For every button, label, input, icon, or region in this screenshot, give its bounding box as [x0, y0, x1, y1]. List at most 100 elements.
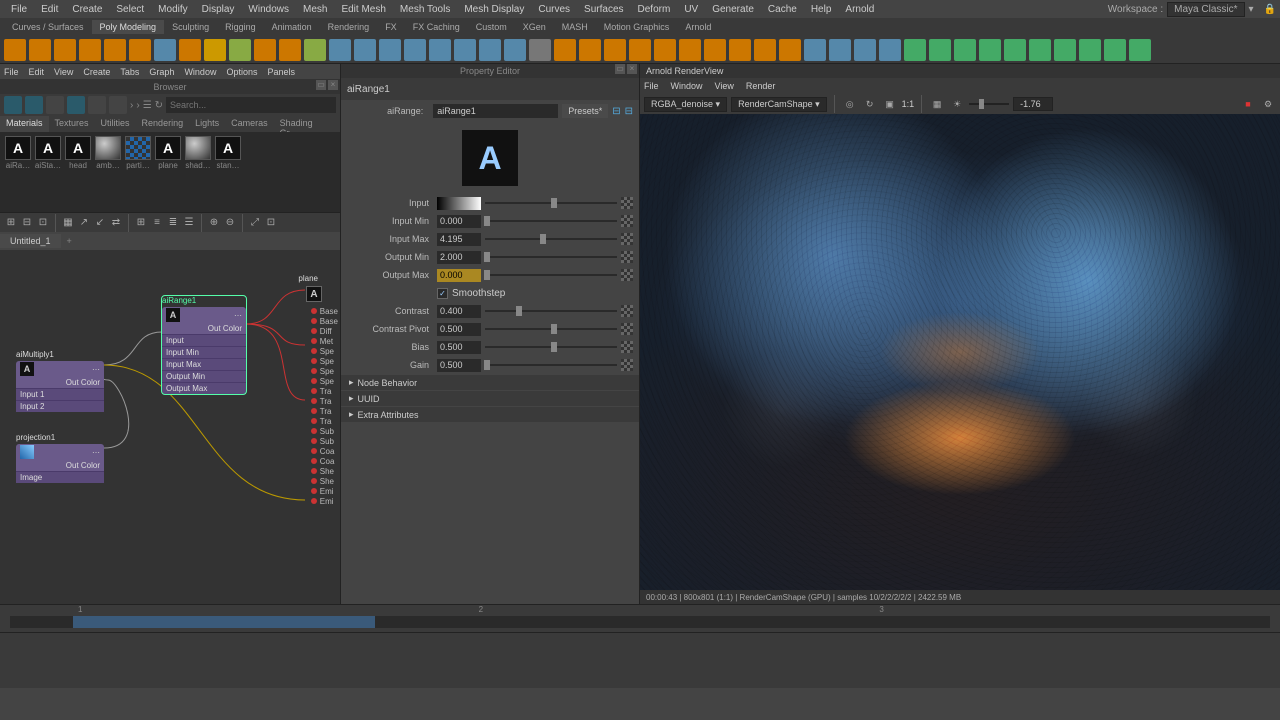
display-icon[interactable]: ▦ — [929, 96, 945, 112]
node-attr[interactable]: Input — [162, 334, 246, 346]
material-tab[interactable]: Utilities — [95, 116, 136, 132]
shelf-icon[interactable] — [679, 39, 701, 61]
shelf-icon[interactable] — [154, 39, 176, 61]
settings-icon[interactable]: ⚙ — [1260, 96, 1276, 112]
show-input-icon[interactable]: ⊟ — [612, 106, 620, 117]
material-tab[interactable]: Shading Gr… — [274, 116, 340, 132]
shelf-icon[interactable] — [579, 39, 601, 61]
map-button-icon[interactable] — [621, 323, 633, 335]
shelf-icon[interactable] — [979, 39, 1001, 61]
shelf-icon[interactable] — [179, 39, 201, 61]
exposure-slider[interactable] — [979, 99, 984, 109]
shelf-icon[interactable] — [629, 39, 651, 61]
node-menu-icon[interactable]: ⋯ — [234, 311, 242, 320]
shelf-icon[interactable] — [229, 39, 251, 61]
shelf-tab[interactable]: XGen — [515, 20, 554, 34]
node-attr[interactable]: Input Min — [162, 346, 246, 358]
node-attr[interactable]: Coa — [311, 446, 338, 456]
render-viewport[interactable] — [640, 114, 1280, 590]
menu-item[interactable]: Generate — [705, 4, 761, 15]
command-line-area[interactable] — [0, 632, 1280, 688]
map-button-icon[interactable] — [621, 215, 633, 227]
shelf-icon[interactable] — [1104, 39, 1126, 61]
range-slider[interactable] — [10, 616, 1270, 628]
rv-menu-item[interactable]: View — [715, 81, 734, 91]
refresh-icon[interactable]: ↻ — [155, 100, 163, 111]
workspace-value[interactable]: Maya Classic* — [1167, 2, 1244, 17]
panel-menu-item[interactable]: Graph — [149, 67, 174, 77]
shelf-icon[interactable] — [954, 39, 976, 61]
map-button-icon[interactable] — [621, 233, 633, 245]
rv-menu-item[interactable]: Render — [746, 81, 776, 91]
attr-slider[interactable] — [481, 305, 621, 317]
node-attr[interactable]: She — [311, 476, 338, 486]
attr-value-input[interactable] — [437, 323, 481, 336]
map-button-icon[interactable] — [621, 269, 633, 281]
menu-item[interactable]: Select — [109, 4, 151, 15]
add-tab-button[interactable]: + — [61, 234, 78, 248]
node-attr[interactable]: She — [311, 466, 338, 476]
menu-item[interactable]: UV — [677, 4, 705, 15]
attr-slider[interactable] — [481, 323, 621, 335]
menu-item[interactable]: Mesh — [296, 4, 334, 15]
material-swatch[interactable]: parti… — [124, 136, 152, 208]
graph-tool-icon[interactable]: ↗ — [77, 216, 91, 230]
shelf-icon[interactable] — [504, 39, 526, 61]
shelf-icon[interactable] — [529, 39, 551, 61]
exposure-icon[interactable]: ☀ — [949, 96, 965, 112]
material-tab[interactable]: Materials — [0, 116, 49, 132]
dock-icon[interactable]: ▭ — [615, 64, 625, 74]
presets-button[interactable]: Presets* — [562, 104, 608, 118]
shelf-icon[interactable] — [729, 39, 751, 61]
tool-icon[interactable] — [25, 96, 43, 114]
shelf-icon[interactable] — [804, 39, 826, 61]
node-attr[interactable]: Met — [311, 336, 338, 346]
shelf-icon[interactable] — [54, 39, 76, 61]
shelf-tab[interactable]: Curves / Surfaces — [4, 20, 92, 34]
exposure-value[interactable]: -1.76 — [1013, 97, 1053, 111]
tool-icon[interactable] — [67, 96, 85, 114]
node-attr[interactable]: Image — [16, 471, 104, 483]
node-attr[interactable]: Spe — [311, 366, 338, 376]
menu-item[interactable]: Arnold — [838, 4, 881, 15]
menu-item[interactable]: Mesh Display — [457, 4, 531, 15]
panel-menu-item[interactable]: Window — [184, 67, 216, 77]
shelf-icon[interactable] — [604, 39, 626, 61]
node-attr[interactable]: Spe — [311, 346, 338, 356]
shelf-icon[interactable] — [1054, 39, 1076, 61]
material-tab[interactable]: Lights — [189, 116, 225, 132]
aov-select[interactable]: RGBA_denoise ▾ — [644, 97, 727, 112]
graph-tool-icon[interactable]: ↙ — [93, 216, 107, 230]
map-button-icon[interactable] — [621, 359, 633, 371]
tool-icon[interactable] — [88, 96, 106, 114]
graph-tool-icon[interactable]: ⊕ — [207, 216, 221, 230]
section-uuid[interactable]: ▸UUID — [341, 391, 639, 406]
attr-value-input[interactable] — [437, 197, 481, 210]
tool-icon[interactable] — [46, 96, 64, 114]
shelf-icon[interactable] — [104, 39, 126, 61]
material-swatch[interactable]: Aplane — [154, 136, 182, 208]
node-aimultiply[interactable]: aiMultiply1 A⋯ Out Color Input 1 Input 2 — [16, 350, 104, 412]
node-attr[interactable]: Base — [311, 306, 338, 316]
menu-item[interactable]: Modify — [151, 4, 194, 15]
dock-icon[interactable]: ▭ — [316, 80, 326, 90]
material-swatch[interactable]: Astan… — [214, 136, 242, 208]
close-icon[interactable]: × — [627, 64, 637, 74]
menu-item[interactable]: Surfaces — [577, 4, 630, 15]
graph-tool-icon[interactable]: ⊞ — [4, 216, 18, 230]
attr-value-input[interactable] — [437, 269, 481, 282]
graph-tool-icon[interactable]: ⤢ — [248, 216, 262, 230]
node-attr[interactable]: Sub — [311, 426, 338, 436]
shelf-icon[interactable] — [204, 39, 226, 61]
node-menu-icon[interactable]: ⋯ — [92, 365, 100, 374]
menu-item[interactable]: Create — [65, 4, 109, 15]
crop-icon[interactable]: ▣ — [882, 96, 898, 112]
graph-tool-icon[interactable]: ⊖ — [223, 216, 237, 230]
section-node-behavior[interactable]: ▸Node Behavior — [341, 375, 639, 390]
shelf-icon[interactable] — [1079, 39, 1101, 61]
shelf-icon[interactable] — [1029, 39, 1051, 61]
node-plane-thumb[interactable]: A — [306, 286, 322, 302]
material-swatch[interactable]: Ahead — [64, 136, 92, 208]
attr-value-input[interactable] — [437, 251, 481, 264]
shelf-icon[interactable] — [929, 39, 951, 61]
